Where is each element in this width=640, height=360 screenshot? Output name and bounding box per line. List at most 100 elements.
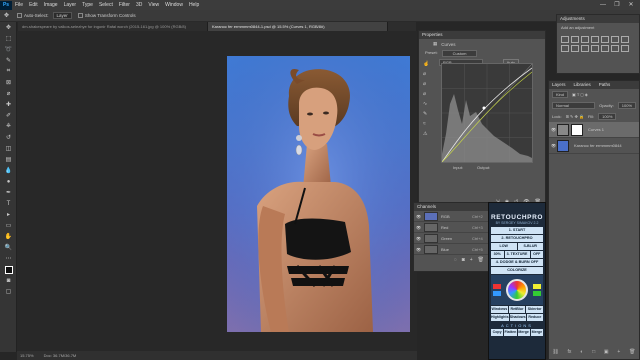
tab-paths[interactable]: Paths: [599, 81, 611, 89]
pct-button[interactable]: 30%: [491, 251, 504, 258]
adjustment-layer-icon[interactable]: □: [592, 349, 595, 357]
gradient-tool-icon[interactable]: ▤: [0, 154, 17, 165]
eye-icon[interactable]: 👁: [416, 247, 421, 252]
channel-row[interactable]: 👁 Green Ctrl+4: [414, 233, 488, 244]
retouchpro-button[interactable]: 2. RETOUCHPRO: [491, 235, 543, 242]
vibrance-icon[interactable]: [601, 36, 609, 43]
auto-select-checkbox[interactable]: [17, 13, 23, 18]
tab-layers[interactable]: Layers: [552, 81, 566, 89]
levels-icon[interactable]: [571, 36, 579, 43]
transform-controls-checkbox[interactable]: [77, 13, 83, 18]
color-lookup-icon[interactable]: [591, 45, 599, 52]
quick-mask-icon[interactable]: ◙: [0, 275, 17, 286]
retblur-button[interactable]: RetBlur: [508, 306, 526, 313]
move-tool-icon[interactable]: ✥: [0, 22, 17, 33]
history-brush-tool-icon[interactable]: ↺: [0, 132, 17, 143]
tab-properties[interactable]: Properties: [422, 31, 443, 39]
gray-point-eyedropper-icon[interactable]: ⌀: [423, 81, 429, 87]
trash-icon[interactable]: 🗑: [629, 349, 635, 357]
marquee-tool-icon[interactable]: ⬚: [0, 33, 17, 44]
menu-image[interactable]: Image: [44, 2, 58, 8]
eye-icon[interactable]: 👁: [416, 236, 421, 241]
lasso-tool-icon[interactable]: ➰: [0, 44, 17, 55]
add-mask-icon[interactable]: ◐: [580, 349, 583, 357]
skinrtor-button[interactable]: Skinrtor: [526, 306, 544, 313]
channel-mixer-icon[interactable]: [581, 45, 589, 52]
load-selection-icon[interactable]: ◌: [454, 257, 457, 263]
lock-icons[interactable]: ⊞ ✎ ✥ 🔒: [566, 114, 584, 119]
hand-tool-icon[interactable]: ✋: [0, 231, 17, 242]
new-layer-icon[interactable]: +: [617, 349, 620, 357]
curves-graph[interactable]: [441, 63, 533, 163]
color-swatches-icon[interactable]: [0, 264, 17, 275]
layer-name[interactable]: Karanoc fer ermmmm0844: [574, 143, 622, 148]
tab-adjustments[interactable]: Adjustments: [560, 15, 585, 23]
type-tool-icon[interactable]: T: [0, 198, 17, 209]
posterize-icon[interactable]: [611, 45, 619, 52]
preset-dropdown[interactable]: Custom: [441, 50, 478, 57]
zoom-tool-icon[interactable]: 🔍: [0, 242, 17, 253]
blur-tool-icon[interactable]: 💧: [0, 165, 17, 176]
opacity-input[interactable]: 100%: [617, 102, 636, 109]
close-button[interactable]: ✕: [624, 0, 638, 10]
path-selection-tool-icon[interactable]: ▸: [0, 209, 17, 220]
layer-mask-thumbnail[interactable]: [571, 123, 583, 136]
invert-icon[interactable]: [601, 45, 609, 52]
layer-row[interactable]: 👁 Curves 1: [549, 122, 639, 138]
colorize-button[interactable]: COLORIZE: [491, 267, 543, 274]
zoom-level[interactable]: 15.75%: [20, 353, 34, 358]
target-adjust-icon[interactable]: ☝: [423, 61, 429, 67]
filter-icons[interactable]: ▣ T ◻ ◈: [572, 92, 588, 97]
fill-input[interactable]: 100%: [598, 113, 617, 120]
layer-row[interactable]: 👁 Karanoc fer ermmmm0844: [549, 138, 639, 154]
swatch-yellow[interactable]: [533, 284, 541, 289]
smooth-icon[interactable]: ≈: [423, 121, 429, 127]
white-point-eyedropper-icon[interactable]: ⌀: [423, 91, 429, 97]
texture-button[interactable]: 3. TEXTURE: [504, 251, 530, 258]
healing-brush-tool-icon[interactable]: ✚: [0, 99, 17, 110]
flatten-button[interactable]: Flatten: [504, 329, 517, 336]
fx-icon[interactable]: fx: [568, 349, 572, 357]
black-point-eyedropper-icon[interactable]: ⌀: [423, 71, 429, 77]
curves-adj-icon[interactable]: [581, 36, 589, 43]
menu-type[interactable]: Type: [82, 2, 93, 8]
delete-channel-icon[interactable]: 🗑: [478, 257, 484, 263]
pen-tool-icon[interactable]: ✒: [0, 187, 17, 198]
document-tab[interactable]: dm-shakespeare by valkos-selezhye for in…: [18, 22, 208, 31]
eraser-tool-icon[interactable]: ◫: [0, 143, 17, 154]
menu-window[interactable]: Window: [165, 2, 183, 8]
color-balance-icon[interactable]: [621, 36, 629, 43]
dodge-burn-button[interactable]: 4. DODGE & BURN OFF: [491, 259, 543, 266]
menu-3d[interactable]: 3D: [136, 2, 142, 8]
crop-tool-icon[interactable]: ⌗: [0, 66, 17, 77]
brightness-icon[interactable]: [561, 36, 569, 43]
dodge-tool-icon[interactable]: ●: [0, 176, 17, 187]
windows-button[interactable]: Windows: [491, 306, 508, 313]
auto-select-dropdown[interactable]: Layer: [52, 12, 72, 19]
quick-select-tool-icon[interactable]: ✎: [0, 55, 17, 66]
merge-visible-button[interactable]: Merge: [530, 329, 543, 336]
tab-libraries[interactable]: Libraries: [574, 81, 591, 89]
menu-layer[interactable]: Layer: [64, 2, 77, 8]
swatch-green[interactable]: [533, 291, 541, 296]
curve-point[interactable]: [482, 106, 486, 110]
menu-edit[interactable]: Edit: [29, 2, 38, 8]
merge-button[interactable]: Merge: [517, 329, 530, 336]
channel-row[interactable]: 👁 Blue Ctrl+5: [414, 244, 488, 255]
low-button[interactable]: LOW: [491, 243, 517, 250]
new-channel-icon[interactable]: +: [470, 257, 473, 263]
clone-stamp-tool-icon[interactable]: ⎈: [0, 121, 17, 132]
minimize-button[interactable]: —: [596, 0, 610, 10]
off-button[interactable]: OFF: [530, 251, 543, 258]
threshold-icon[interactable]: [621, 45, 629, 52]
rectangle-tool-icon[interactable]: ▭: [0, 220, 17, 231]
highlights-button[interactable]: Highlights: [491, 314, 509, 321]
pencil-draw-icon[interactable]: ✎: [423, 111, 429, 117]
portrait-photo[interactable]: [227, 56, 410, 332]
menu-file[interactable]: File: [15, 2, 23, 8]
hue-icon[interactable]: [611, 36, 619, 43]
more-tools-icon[interactable]: ⋯: [0, 253, 17, 264]
channel-row[interactable]: 👁 RGB Ctrl+2: [414, 211, 488, 222]
bw-icon[interactable]: [561, 45, 569, 52]
blend-mode-dropdown[interactable]: Normal: [552, 102, 596, 109]
